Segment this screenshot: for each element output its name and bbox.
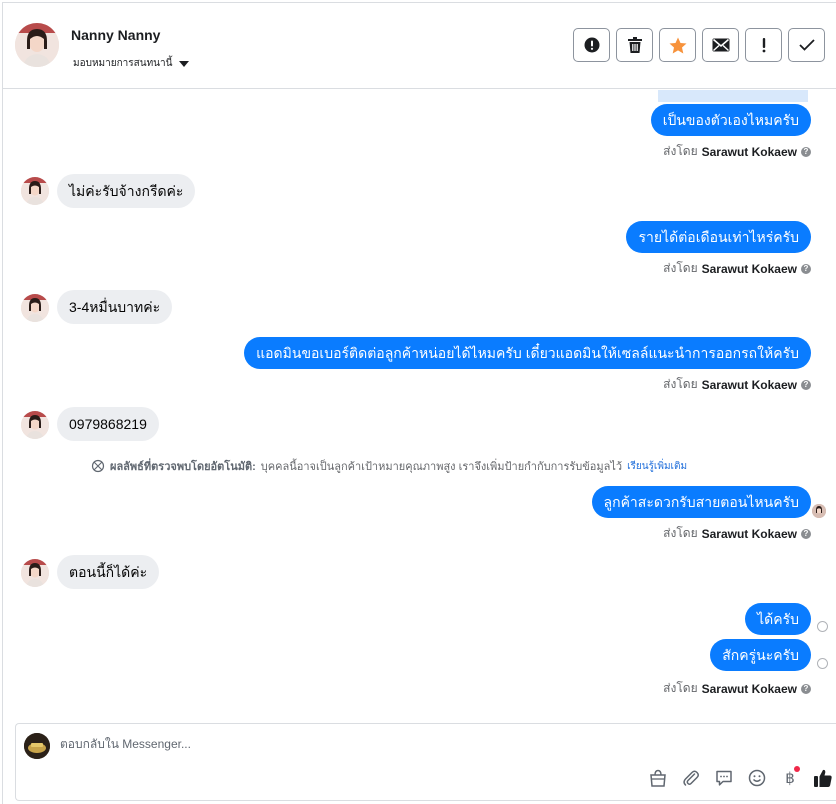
sent-by-label: ส่งโดย Sarawut Kokaew ?: [663, 524, 811, 543]
help-icon[interactable]: ?: [801, 263, 811, 274]
notice-body: บุคคลนี้อาจเป็นลูกค้าเป้าหมายคุณภาพสูง เ…: [260, 461, 623, 473]
contact-avatar-small[interactable]: [21, 559, 49, 587]
contact-avatar[interactable]: [15, 23, 59, 67]
sender-name[interactable]: Sarawut Kokaew: [702, 682, 797, 696]
contact-avatar-small[interactable]: [21, 294, 49, 322]
incoming-message[interactable]: ไม่ค่ะรับจ้างกรีดค่ะ: [57, 174, 196, 208]
sent-by-label: ส่งโดย Sarawut Kokaew ?: [663, 142, 811, 161]
mark-spam-button[interactable]: [573, 28, 610, 62]
envelope-icon: [712, 38, 729, 52]
outgoing-message[interactable]: เป็นของตัวเองไหมครับ: [650, 104, 811, 136]
inbox-conversation-panel: Nanny Nanny มอบหมายการสนทนานี้ เป็นของตั…: [2, 2, 836, 804]
delete-button[interactable]: [616, 28, 653, 62]
follow-up-button[interactable]: [745, 28, 782, 62]
assign-conversation-dropdown[interactable]: มอบหมายการสนทนานี้: [73, 56, 190, 71]
contact-avatar-small[interactable]: [21, 411, 49, 439]
checkmark-icon: [798, 39, 815, 51]
sent-by-text: ส่งโดย: [663, 261, 698, 275]
learn-more-link[interactable]: เรียนรู้เพิ่มเติม: [627, 459, 687, 474]
sent-by-label: ส่งโดย Sarawut Kokaew ?: [663, 375, 811, 394]
conversation-actions: [573, 28, 825, 62]
like-icon[interactable]: [813, 768, 833, 788]
trash-icon: [627, 37, 642, 53]
sent-by-text: ส่งโดย: [663, 377, 698, 391]
incoming-message[interactable]: ตอนนี้ก็ได้ค่ะ: [57, 555, 160, 589]
auto-detected-notice: ผลลัพธ์ที่ตรวจพบโดยอัตโนมัติ: บุคคลนี้อา…: [91, 457, 687, 475]
assign-label: มอบหมายการสนทนานี้: [73, 58, 173, 69]
notice-title: ผลลัพธ์ที่ตรวจพบโดยอัตโนมัติ:: [110, 461, 256, 473]
exclamation-icon: [762, 38, 765, 53]
sent-status-icon: [817, 621, 828, 632]
mark-done-button[interactable]: [788, 28, 825, 62]
emoji-icon[interactable]: [747, 768, 767, 788]
notification-dot: [794, 766, 800, 772]
attachment-icon[interactable]: [681, 768, 701, 788]
conversation-header: Nanny Nanny มอบหมายการสนทนานี้: [3, 3, 836, 89]
sent-by-text: ส่งโดย: [663, 526, 698, 540]
incoming-message[interactable]: 3-4หมื่นบาทค่ะ: [57, 290, 173, 324]
contact-avatar-small[interactable]: [21, 177, 49, 205]
star-button[interactable]: [659, 28, 696, 62]
sender-name[interactable]: Sarawut Kokaew: [702, 378, 797, 392]
sender-name[interactable]: Sarawut Kokaew: [702, 145, 797, 159]
sent-by-label: ส่งโดย Sarawut Kokaew ?: [663, 259, 811, 278]
incoming-message[interactable]: 0979868219: [57, 407, 159, 441]
star-icon: [669, 37, 686, 53]
message-thread[interactable]: เป็นของตัวเองไหมครับ ส่งโดย Sarawut Koka…: [3, 90, 836, 722]
seen-avatar: [812, 504, 826, 518]
help-icon[interactable]: ?: [801, 683, 811, 694]
outgoing-message[interactable]: ได้ครับ: [745, 603, 811, 635]
reply-composer: ฿: [15, 723, 836, 801]
saved-reply-icon[interactable]: [714, 768, 734, 788]
sender-name[interactable]: Sarawut Kokaew: [702, 527, 797, 541]
shop-icon[interactable]: [648, 768, 668, 788]
sender-name[interactable]: Sarawut Kokaew: [702, 262, 797, 276]
caret-down-icon: [179, 60, 190, 67]
page-avatar: [24, 733, 50, 759]
reply-input[interactable]: [60, 737, 660, 751]
sent-by-text: ส่งโดย: [663, 681, 698, 695]
sent-by-label: ส่งโดย Sarawut Kokaew ?: [663, 679, 811, 698]
sent-status-icon: [817, 658, 828, 669]
previous-message-fragment: [658, 90, 808, 102]
help-icon[interactable]: ?: [801, 528, 811, 539]
help-icon[interactable]: ?: [801, 146, 811, 157]
composer-toolbar: ฿: [648, 766, 833, 788]
outgoing-message[interactable]: แอดมินขอเบอร์ติดต่อลูกค้าหน่อยได้ไหมครับ…: [244, 337, 811, 369]
baht-symbol: ฿: [785, 769, 795, 787]
outgoing-message[interactable]: สักครู่นะครับ: [710, 639, 811, 671]
outgoing-message[interactable]: รายได้ต่อเดือนเท่าไหร่ครับ: [626, 221, 811, 253]
outgoing-message[interactable]: ลูกค้าสะดวกรับสายตอนไหนครับ: [591, 486, 811, 518]
sent-by-text: ส่งโดย: [663, 144, 698, 158]
contact-name[interactable]: Nanny Nanny: [71, 27, 160, 43]
sparkle-icon: [91, 459, 105, 473]
mark-unread-button[interactable]: [702, 28, 739, 62]
alert-circle-icon: [584, 37, 599, 53]
help-icon[interactable]: ?: [801, 379, 811, 390]
payment-icon[interactable]: ฿: [780, 766, 800, 788]
